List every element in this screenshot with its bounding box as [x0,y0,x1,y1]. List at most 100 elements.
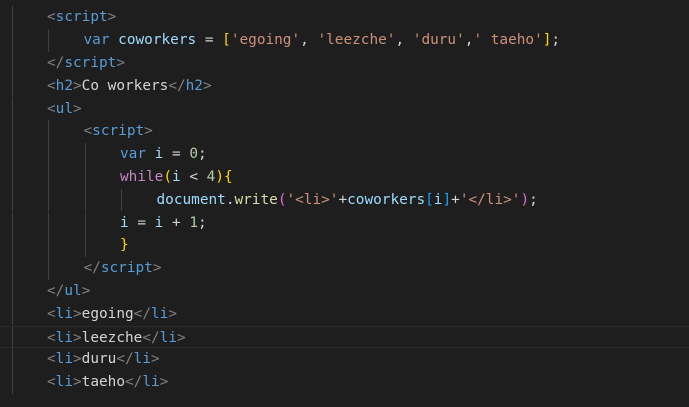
code-token: > [150,351,160,368]
code-line[interactable]: document.write('<li>'+coworkers[i]+'</li… [0,188,689,212]
code-token: ; [529,191,538,208]
code-line[interactable]: while(i < 4){ [0,165,689,189]
code-token: li [55,374,73,391]
code-token: 'egoing' [230,32,301,49]
code-token: ; [551,32,561,49]
code-text: </ul> [47,280,90,303]
code-line[interactable]: <script> [0,6,689,30]
code-token: + [451,191,460,208]
code-token: = [163,146,190,163]
code-token: < [47,9,56,26]
code-token: li [55,329,73,346]
code-token: var [83,32,110,49]
code-token: </ [125,374,143,391]
code-line[interactable]: var i = 0; [0,143,689,166]
code-token: < [47,77,56,94]
code-text: } [120,234,129,257]
indent-guide [48,165,49,189]
code-token: < [83,123,93,140]
code-token: var [120,146,146,163]
indent-guide [48,120,49,144]
code-token: i [120,214,129,231]
indent-guide [11,211,13,235]
code-token: script [55,9,108,26]
code-text: </script> [84,257,162,280]
code-token: + [338,191,348,208]
code-text: <ul> [47,98,82,121]
indent-guide [84,188,86,212]
code-token: [ [222,32,231,49]
code-token: > [159,374,169,391]
indent-guide [11,302,13,326]
code-line[interactable]: } [0,234,689,258]
code-token: 'duru' [412,32,465,49]
code-token: '<li>' [286,191,339,208]
code-text: <h2>Co workers</h2> [47,75,212,98]
indent-guide [48,143,49,166]
code-line[interactable]: </script> [0,51,689,75]
code-token: < [47,374,56,391]
code-line[interactable]: <h2>Co workers</h2> [0,74,689,98]
code-text: <li>taeho</li> [47,371,168,394]
indent-guide [48,234,49,258]
code-line[interactable]: <li>egoing</li> [0,302,689,326]
code-token: > [116,54,125,71]
code-token: ul [64,282,82,299]
code-token: document [156,191,226,208]
indent-guide [84,211,86,235]
indent-guide [11,120,13,144]
code-token: > [152,260,162,277]
code-token: script [92,123,145,140]
code-token: </ [168,77,186,94]
indent-guide [11,371,13,394]
code-text: var coworkers = ['egoing', 'leezche', 'd… [84,29,561,52]
code-line[interactable]: </ul> [0,279,689,303]
code-token: , [300,32,318,49]
code-line[interactable]: <li>taeho</li> [0,371,689,394]
code-token: coworkers [347,191,426,208]
code-editor[interactable]: <script> var coworkers = ['egoing', 'leez… [0,0,689,407]
code-token: duru [81,351,117,368]
code-token: [ [425,191,434,208]
code-line[interactable]: <script> [0,120,689,144]
code-token: h2 [185,77,203,94]
code-token: > [73,100,82,117]
code-token: h2 [55,77,73,94]
code-line[interactable]: </script> [0,257,689,280]
code-line[interactable]: <li>duru</li> [0,348,689,372]
code-token: = [128,214,155,231]
code-text: var i = 0; [120,143,207,166]
code-token: > [73,329,82,346]
code-token: </ [133,305,151,322]
code-token: > [144,123,153,140]
indent-guide [48,188,49,212]
code-text: </script> [47,52,125,75]
code-token: taeho [81,374,125,391]
code-token: > [73,351,82,368]
code-token: > [107,9,117,26]
indent-guide [48,257,49,280]
code-token: script [64,54,117,71]
code-token: ( [163,168,172,185]
code-token: ; [198,146,207,163]
code-line[interactable]: var coworkers = ['egoing', 'leezche', 'd… [0,29,689,52]
code-token: coworkers [118,32,197,49]
code-token: i [172,168,181,185]
code-line[interactable]: <li>leezche</li> [0,325,689,350]
code-line[interactable]: <ul> [0,97,689,121]
indent-guide [48,29,49,52]
code-line[interactable]: i = i + 1; [0,211,689,235]
code-token: > [168,305,177,322]
code-token: > [73,77,82,94]
code-text: i = i + 1; [120,212,207,235]
code-token: + [163,214,190,231]
code-text: <script> [47,6,116,29]
code-token: < [180,168,207,185]
code-token: > [202,77,212,94]
code-token: egoing [81,305,134,322]
code-token: 'leezche' [317,32,396,49]
indent-guide [11,257,13,280]
code-token: ' taeho' [473,32,543,49]
code-token: = [196,32,223,49]
